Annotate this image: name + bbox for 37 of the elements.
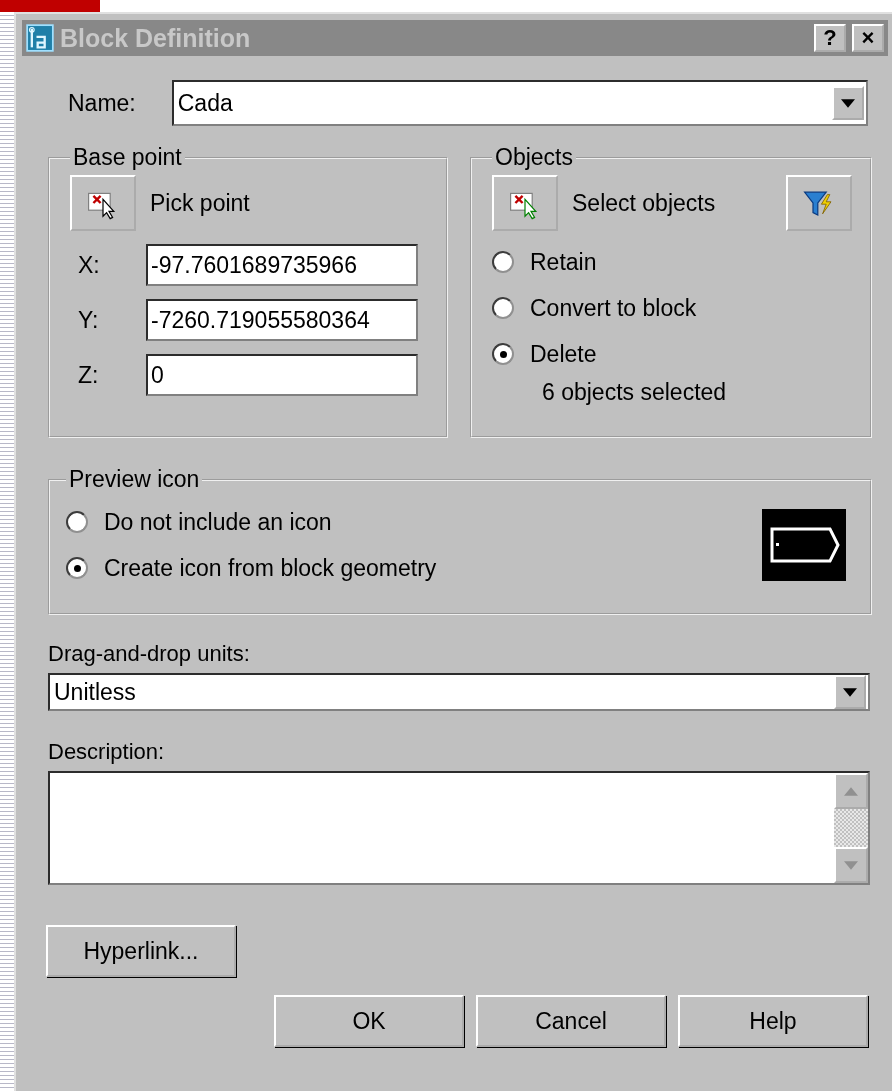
radio-option[interactable]: Retain xyxy=(492,239,852,285)
units-combo-box[interactable]: Unitless xyxy=(48,673,870,711)
dialog-button[interactable]: Help xyxy=(678,995,868,1047)
help-button[interactable]: ? xyxy=(814,24,846,52)
pick-point-button[interactable] xyxy=(70,175,136,231)
description-label: Description: xyxy=(48,739,166,765)
dialog-button[interactable]: Cancel xyxy=(476,995,666,1047)
name-label: Name: xyxy=(68,89,136,117)
group-title: Objects xyxy=(494,144,574,171)
group-title: Preview icon xyxy=(68,466,201,493)
units-label: Drag-and-drop units: xyxy=(48,641,251,667)
radio-option[interactable]: Create icon from block geometry xyxy=(66,545,437,591)
app-icon xyxy=(26,24,54,52)
scrollbar[interactable] xyxy=(834,773,868,883)
select-objects-label: Select objects xyxy=(572,189,716,217)
window-title: Block Definition xyxy=(60,23,251,53)
radio-option[interactable]: Convert to block xyxy=(492,285,852,331)
scroll-down-icon[interactable] xyxy=(834,847,868,883)
group-title: Base point xyxy=(72,144,183,171)
dialog-button[interactable]: OK xyxy=(274,995,464,1047)
scroll-up-icon[interactable] xyxy=(834,773,868,809)
pick-point-label: Pick point xyxy=(150,189,250,217)
coordinate-label: Z: xyxy=(77,361,100,389)
coordinate-field[interactable]: -97.7601689735966 xyxy=(146,244,418,286)
name-combo-box[interactable]: Cada xyxy=(171,80,868,126)
quick-select-button[interactable] xyxy=(786,175,852,231)
radio-option[interactable]: Delete xyxy=(492,331,852,377)
selection-count: 6 objects selected xyxy=(541,379,728,406)
coordinate-label: X: xyxy=(77,251,101,279)
hyperlink-button[interactable]: Hyperlink... xyxy=(46,925,236,977)
description-field[interactable] xyxy=(48,771,870,885)
select-objects-button[interactable] xyxy=(492,175,558,231)
close-button[interactable]: × xyxy=(852,24,884,52)
coordinate-field[interactable]: 0 xyxy=(146,354,418,396)
coordinate-field[interactable]: -7260.719055580364 xyxy=(146,299,418,341)
radio-option[interactable]: Do not include an icon xyxy=(66,499,437,545)
coordinate-label: Y: xyxy=(77,306,100,334)
